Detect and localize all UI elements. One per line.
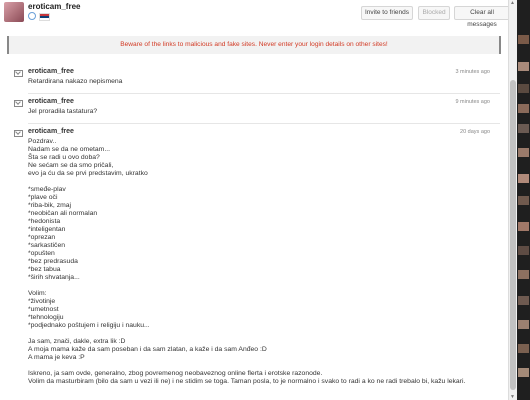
message-time: 9 minutes ago bbox=[455, 99, 490, 105]
message-line: Jel proradila tastatura? bbox=[28, 108, 98, 115]
envelope-icon bbox=[14, 70, 23, 77]
message-line: Nadam se da ne ometam... bbox=[28, 146, 110, 153]
message-line bbox=[28, 178, 498, 186]
thumbnail-image[interactable] bbox=[518, 368, 529, 377]
message-author[interactable]: eroticam_free bbox=[28, 98, 74, 105]
message-line: Šta se radi u ovo doba? bbox=[28, 154, 100, 161]
invite-to-friends-button[interactable]: Invite to friends bbox=[361, 6, 413, 20]
message-divider bbox=[28, 123, 500, 124]
thumbnail-image[interactable] bbox=[518, 246, 529, 255]
message-line: Ne sećam se da smo pričali, bbox=[28, 162, 114, 169]
thumbnail-image[interactable] bbox=[518, 104, 529, 113]
warning-banner: Beware of the links to malicious and fak… bbox=[7, 36, 501, 54]
avatar[interactable] bbox=[4, 2, 24, 22]
message-author[interactable]: eroticam_free bbox=[28, 68, 74, 75]
message-body: Jel proradila tastatura? bbox=[28, 108, 498, 116]
message-line: evo ja ću da se prvi predstavim, ukratko bbox=[28, 170, 148, 177]
message-line bbox=[28, 362, 498, 370]
message-line bbox=[28, 282, 498, 290]
clear-all-messages-button[interactable]: Clear all messages bbox=[454, 6, 510, 28]
chat-header: eroticam_free Invite to friends Blocked … bbox=[0, 0, 510, 28]
message-line: *tehnologiju bbox=[28, 314, 64, 321]
message-thread: eroticam_free 3 minutes ago Retardirana … bbox=[0, 64, 508, 400]
message-line: *hedonista bbox=[28, 218, 61, 225]
message-line: *opušten bbox=[28, 250, 55, 257]
message-line: *bez predrasuda bbox=[28, 258, 78, 265]
message-body: Retardirana nakazo nepismena bbox=[28, 78, 498, 86]
message-line: *podjednako poštujem i religiju i nauku.… bbox=[28, 322, 150, 329]
message-author[interactable]: eroticam_free bbox=[28, 128, 74, 135]
message-line: *riba-bik, zmaj bbox=[28, 202, 72, 209]
message-line: *plave oči bbox=[28, 194, 58, 201]
message-line: *oprezan bbox=[28, 234, 56, 241]
scroll-thumb[interactable] bbox=[510, 80, 516, 390]
message-line: *sarkastičen bbox=[28, 242, 66, 249]
message-line: Pozdrav.. bbox=[28, 138, 57, 145]
message-line: Retardirana nakazo nepismena bbox=[28, 78, 123, 85]
message-line: A moja mama kaže da sam poseban i da sam… bbox=[28, 346, 267, 353]
thumbnail-image[interactable] bbox=[518, 174, 529, 183]
message-divider bbox=[28, 93, 500, 94]
message-line: A mama je keva :P bbox=[28, 354, 85, 361]
message-line: *umetnost bbox=[28, 306, 59, 313]
message-line: *neobičan ali normalan bbox=[28, 210, 98, 217]
message-line: Volim: bbox=[28, 290, 47, 297]
message-line: *smeđe-plav bbox=[28, 186, 66, 193]
message-line: Ja sam, znači, dakle, extra lik :D bbox=[28, 338, 126, 345]
message-line: *bez tabua bbox=[28, 266, 61, 273]
thumbnail-image[interactable] bbox=[518, 270, 529, 279]
scrollbar[interactable]: ▲ ▼ bbox=[508, 0, 517, 400]
scroll-down-arrow-icon[interactable]: ▼ bbox=[510, 394, 515, 400]
blocked-button[interactable]: Blocked bbox=[418, 6, 450, 20]
envelope-icon bbox=[14, 130, 23, 137]
envelope-icon bbox=[14, 100, 23, 107]
chat-username[interactable]: eroticam_free bbox=[28, 2, 80, 11]
message-body: Pozdrav.. Nadam se da ne ometam... Šta s… bbox=[28, 138, 498, 386]
message-line: *životinje bbox=[28, 298, 56, 305]
thumbnail-image[interactable] bbox=[518, 124, 529, 133]
message-time: 20 days ago bbox=[460, 129, 490, 135]
thumbnail-image[interactable] bbox=[518, 84, 529, 93]
thumbnail-image[interactable] bbox=[518, 62, 529, 71]
country-flag-icon bbox=[39, 13, 50, 21]
message-line bbox=[28, 330, 498, 338]
message-time: 3 minutes ago bbox=[455, 69, 490, 75]
thumbnail-image[interactable] bbox=[518, 222, 529, 231]
thumbnail-image[interactable] bbox=[518, 320, 529, 329]
message-line: *širih shvatanja... bbox=[28, 274, 80, 281]
scroll-up-arrow-icon[interactable]: ▲ bbox=[510, 0, 515, 6]
message-line: Iskreno, ja sam ovde, generalno, zbog po… bbox=[28, 370, 323, 377]
message-line: *inteligentan bbox=[28, 226, 66, 233]
thumbnail-image[interactable] bbox=[518, 196, 529, 205]
thumbnail-image[interactable] bbox=[518, 35, 529, 44]
thumbnail-image[interactable] bbox=[518, 148, 529, 157]
thumbnail-image[interactable] bbox=[518, 344, 529, 353]
message-line: Volim da masturbiram (bilo da sam u vezi… bbox=[28, 378, 466, 385]
thumbnail-image[interactable] bbox=[518, 296, 529, 305]
side-thumbnail-strip bbox=[517, 0, 530, 400]
online-status-icon bbox=[28, 12, 36, 20]
